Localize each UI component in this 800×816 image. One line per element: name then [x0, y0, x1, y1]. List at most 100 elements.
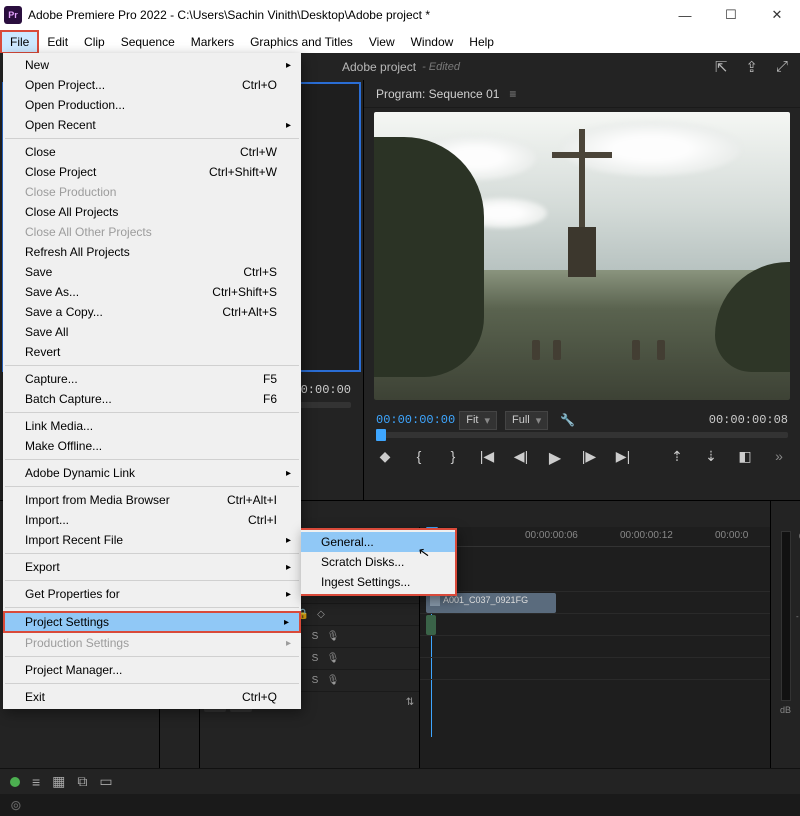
freeform-icon[interactable]: ⧉	[77, 773, 87, 790]
menu-file[interactable]: File	[0, 30, 39, 54]
timeline-tracks[interactable]: :00:00 00:00:00:06 00:00:00:12 00:00:0 A…	[420, 527, 770, 768]
tl-a3[interactable]	[420, 657, 770, 679]
tl-a2[interactable]	[420, 635, 770, 657]
file-menu-import-recent-file[interactable]: Import Recent File▸	[3, 530, 301, 550]
more-right-icon[interactable]: »	[770, 448, 788, 468]
rec-a1-icon[interactable]: 🎙	[324, 631, 342, 642]
window-title: Adobe Premiere Pro 2022 - C:\Users\Sachi…	[28, 8, 430, 22]
menu-edit[interactable]: Edit	[39, 32, 76, 52]
lift-icon[interactable]: ⇡	[668, 448, 686, 468]
zoom-fit-dropdown[interactable]: Fit	[459, 411, 497, 430]
file-menu-capture-[interactable]: Capture...F5	[3, 369, 301, 389]
program-monitor[interactable]	[374, 112, 790, 400]
menu-clip[interactable]: Clip	[76, 32, 113, 52]
file-menu-close[interactable]: CloseCtrl+W	[3, 142, 301, 162]
menu-sequence[interactable]: Sequence	[113, 32, 183, 52]
time-ruler[interactable]: :00:00 00:00:00:06 00:00:00:12 00:00:0	[420, 527, 770, 547]
file-menu-open-recent[interactable]: Open Recent▸	[3, 115, 301, 135]
file-menu-close-all-other-projects: Close All Other Projects	[3, 222, 301, 242]
menu-help[interactable]: Help	[461, 32, 502, 52]
file-menu-get-properties-for[interactable]: Get Properties for▸	[3, 584, 301, 604]
icon-view-icon[interactable]: ▦	[52, 773, 65, 790]
program-controls: ◆ { } |◀ ◀| ▶ |▶ ▶| ⇡ ⇣ ◧ »	[376, 448, 788, 468]
file-menu-batch-capture-[interactable]: Batch Capture...F6	[3, 389, 301, 409]
add-marker-icon[interactable]: ◆	[376, 448, 394, 468]
go-out-icon[interactable]: ▶|	[614, 448, 632, 468]
mark-in-icon[interactable]: {	[410, 448, 428, 468]
video-clip[interactable]: A001_C037_0921FG	[426, 593, 556, 613]
file-menu-close-project[interactable]: Close ProjectCtrl+Shift+W	[3, 162, 301, 182]
project-settings-submenu: General...Scratch Disks...Ingest Setting…	[301, 528, 457, 596]
step-fwd-icon[interactable]: |▶	[580, 448, 598, 468]
mark-out-icon[interactable]: }	[444, 448, 462, 468]
file-menu-close-production: Close Production	[3, 182, 301, 202]
tl-v1[interactable]: A001_C037_0921FG	[420, 591, 770, 613]
ruler-t2: 00:00:00:12	[620, 530, 673, 541]
playhead[interactable]	[376, 429, 386, 441]
submenu-general-[interactable]: General...	[301, 532, 455, 552]
file-menu-revert[interactable]: Revert	[3, 342, 301, 362]
share-icon[interactable]: ⇪	[745, 58, 758, 76]
close-button[interactable]: ✕	[754, 0, 800, 30]
menu-view[interactable]: View	[361, 32, 403, 52]
audio-meters: 0 - - dB	[770, 501, 800, 768]
list-view-icon[interactable]: ≡	[32, 774, 40, 790]
file-menu-make-offline-[interactable]: Make Offline...	[3, 436, 301, 456]
file-menu-save-as-[interactable]: Save As...Ctrl+Shift+S	[3, 282, 301, 302]
file-menu-save-a-copy-[interactable]: Save a Copy...Ctrl+Alt+S	[3, 302, 301, 322]
app-icon: Pr	[4, 6, 22, 24]
file-menu-project-manager-[interactable]: Project Manager...	[3, 660, 301, 680]
file-menu-open-production-[interactable]: Open Production...	[3, 95, 301, 115]
new-bin-icon[interactable]: ▭	[99, 773, 112, 790]
cc-bar: ⊚	[0, 794, 800, 816]
db-label: dB	[780, 705, 791, 715]
file-menu-exit[interactable]: ExitCtrl+Q	[3, 687, 301, 707]
solo-a1-icon[interactable]: S	[306, 631, 324, 642]
tl-a1[interactable]	[420, 613, 770, 635]
cc-logo-icon[interactable]: ⊚	[10, 797, 22, 814]
file-menu-refresh-all-projects[interactable]: Refresh All Projects	[3, 242, 301, 262]
menu-markers[interactable]: Markers	[183, 32, 242, 52]
panel-menu-icon[interactable]: ≡	[509, 87, 516, 101]
program-scrubber[interactable]	[376, 432, 788, 438]
submenu-scratch-disks-[interactable]: Scratch Disks...	[301, 552, 455, 572]
file-menu-project-settings[interactable]: Project Settings▸	[3, 611, 301, 633]
audio-clip[interactable]	[426, 615, 436, 635]
step-back-icon[interactable]: ◀|	[512, 448, 530, 468]
file-menu-new[interactable]: New▸	[3, 55, 301, 75]
go-in-icon[interactable]: |◀	[478, 448, 496, 468]
play-button[interactable]: ▶	[546, 448, 564, 468]
file-menu-save-all[interactable]: Save All	[3, 322, 301, 342]
expand-icon[interactable]: ⇅	[401, 697, 419, 708]
tl-mix[interactable]	[420, 679, 770, 701]
menubar: File Edit Clip Sequence Markers Graphics…	[0, 30, 800, 53]
edited-label: - Edited	[422, 61, 460, 73]
extract-icon[interactable]: ⇣	[702, 448, 720, 468]
quick-export-icon[interactable]: ⇱	[715, 58, 728, 76]
menu-window[interactable]: Window	[403, 32, 462, 52]
settings-wrench-icon[interactable]: 🔧	[560, 413, 575, 427]
status-indicator	[10, 777, 20, 787]
file-menu-import-from-media-browser[interactable]: Import from Media BrowserCtrl+Alt+I	[3, 490, 301, 510]
file-menu-adobe-dynamic-link[interactable]: Adobe Dynamic Link▸	[3, 463, 301, 483]
resolution-dropdown[interactable]: Full	[505, 411, 548, 430]
file-menu-link-media-[interactable]: Link Media...	[3, 416, 301, 436]
menu-graphics[interactable]: Graphics and Titles	[242, 32, 361, 52]
file-menu-save[interactable]: SaveCtrl+S	[3, 262, 301, 282]
file-menu-export[interactable]: Export▸	[3, 557, 301, 577]
file-menu: New▸Open Project...Ctrl+OOpen Production…	[3, 53, 301, 709]
program-in-tc[interactable]: 00:00:00:00	[376, 413, 455, 427]
ruler-t3: 00:00:0	[715, 530, 748, 541]
minimize-button[interactable]: —	[662, 0, 708, 30]
export-frame2-icon[interactable]: ◧	[736, 448, 754, 468]
fullscreen-icon[interactable]: ⤢	[776, 58, 788, 76]
program-panel: Program: Sequence 01 ≡ 00:00:00:00 Fit F…	[364, 80, 800, 500]
file-menu-open-project-[interactable]: Open Project...Ctrl+O	[3, 75, 301, 95]
file-menu-production-settings: Production Settings▸	[3, 633, 301, 653]
status-bar: ≡ ▦ ⧉ ▭	[0, 768, 800, 794]
file-menu-import-[interactable]: Import...Ctrl+I	[3, 510, 301, 530]
submenu-ingest-settings-[interactable]: Ingest Settings...	[301, 572, 455, 592]
ruler-t1: 00:00:00:06	[525, 530, 578, 541]
file-menu-close-all-projects[interactable]: Close All Projects	[3, 202, 301, 222]
maximize-button[interactable]: ☐	[708, 0, 754, 30]
